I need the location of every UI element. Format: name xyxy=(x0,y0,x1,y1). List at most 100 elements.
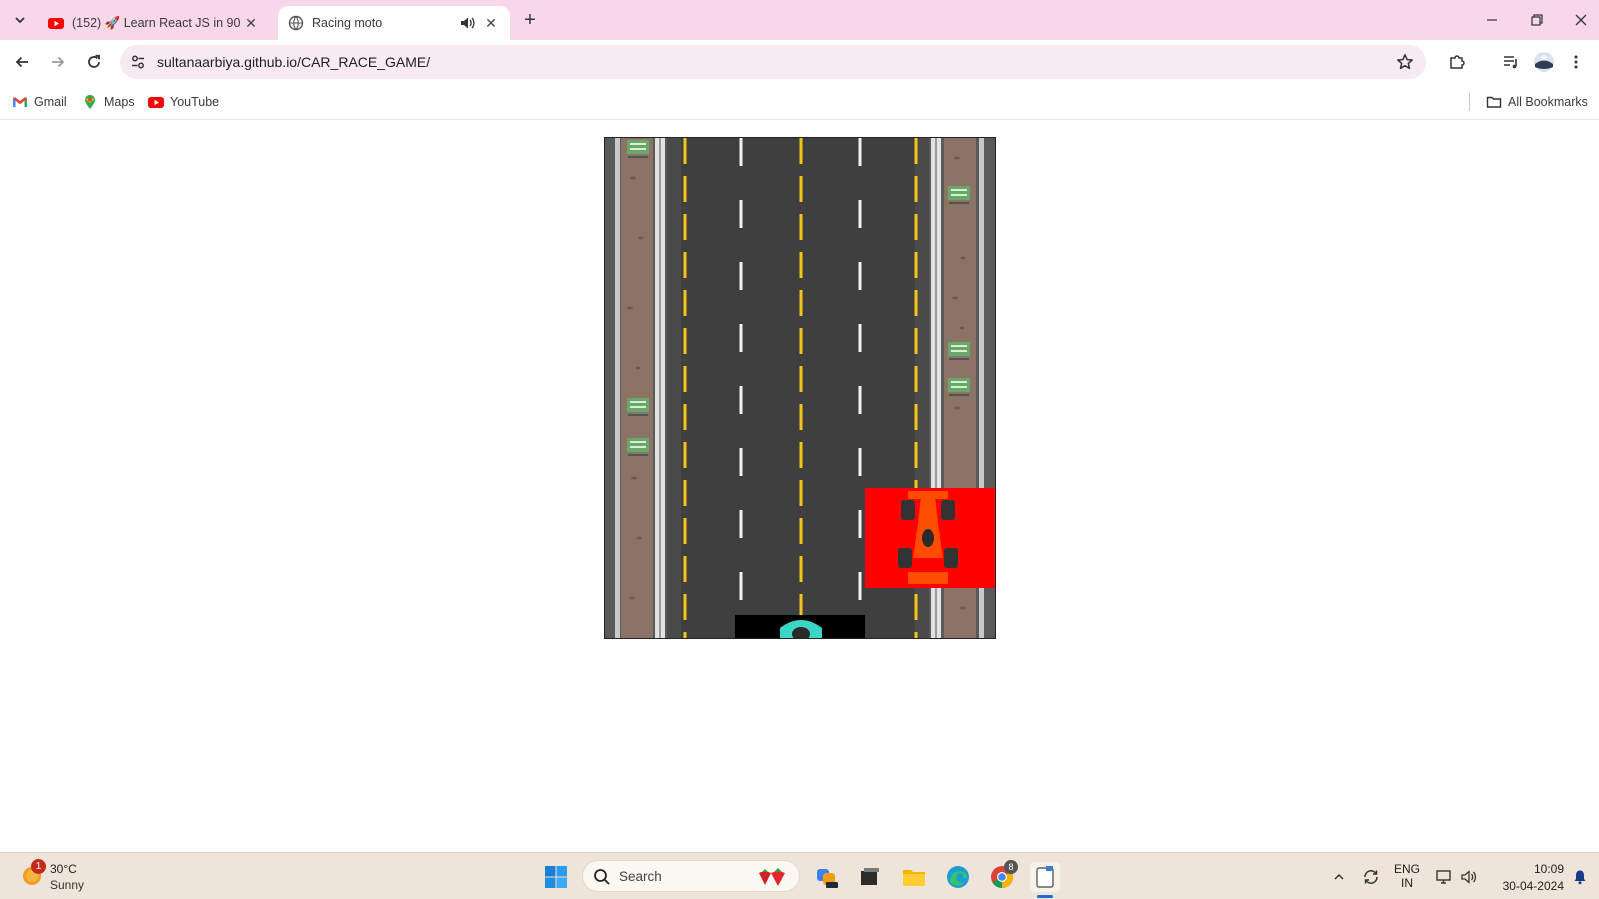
bookmark-youtube[interactable]: YouTube xyxy=(148,92,219,112)
taskbar-file-explorer[interactable] xyxy=(899,862,929,892)
forward-button[interactable] xyxy=(44,48,72,76)
site-info-button[interactable] xyxy=(126,50,150,74)
all-bookmarks-button[interactable]: All Bookmarks xyxy=(1486,92,1588,112)
volume-button[interactable] xyxy=(1459,867,1479,887)
speaker-icon[interactable] xyxy=(458,14,476,32)
reload-button[interactable] xyxy=(80,48,108,76)
restore-icon xyxy=(1531,14,1543,26)
road-scene xyxy=(605,138,995,638)
restore-button[interactable] xyxy=(1519,6,1555,34)
show-hidden-icons[interactable] xyxy=(1329,867,1349,887)
globe-icon xyxy=(288,15,304,31)
notifications-button[interactable] xyxy=(1570,867,1590,887)
dirt-strip-left xyxy=(621,138,653,638)
folder-icon xyxy=(903,870,925,886)
tab-racing-moto[interactable]: Racing moto ✕ xyxy=(278,6,510,40)
more-vertical-icon xyxy=(1574,55,1578,69)
active-app-indicator xyxy=(1037,895,1053,898)
asphalt-shade-left xyxy=(667,138,681,638)
taskbar-search[interactable]: Search xyxy=(582,860,800,892)
url-text[interactable]: sultanaarbiya.github.io/CAR_RACE_GAME/ xyxy=(157,54,430,70)
strawberry-icon xyxy=(759,868,785,886)
enemy-car xyxy=(865,488,995,588)
clock-time: 10:09 xyxy=(1533,862,1564,876)
all-bookmarks-label: All Bookmarks xyxy=(1508,95,1588,109)
bell-icon xyxy=(1574,870,1586,885)
network-button[interactable] xyxy=(1434,867,1454,887)
chrome-badge: 8 xyxy=(1004,860,1018,874)
tab-youtube[interactable]: (152) 🚀 Learn React JS in 90 Minutes ✕ xyxy=(38,6,270,40)
back-button[interactable] xyxy=(8,48,36,76)
language-line2: IN xyxy=(1401,876,1413,890)
bookmark-label: YouTube xyxy=(170,95,220,109)
minimize-button[interactable] xyxy=(1474,6,1510,34)
bookmarks-divider xyxy=(1469,93,1470,111)
minimize-icon xyxy=(1487,19,1497,21)
tab-title: (152) 🚀 Learn React JS in 90 Minutes xyxy=(72,15,242,30)
menu-button[interactable] xyxy=(1562,48,1590,76)
extensions-button[interactable] xyxy=(1443,48,1471,76)
language-indicator[interactable]: ENG IN xyxy=(1392,862,1422,890)
task-view-icon xyxy=(861,868,879,885)
taskbar-notepad[interactable] xyxy=(1030,862,1060,898)
star-icon xyxy=(1397,54,1413,70)
notepad-icon xyxy=(1036,866,1054,888)
youtube-icon xyxy=(48,18,64,29)
folder-icon xyxy=(1486,96,1502,108)
bookmark-label: Maps xyxy=(104,95,135,109)
search-icon xyxy=(594,869,610,885)
new-tab-button[interactable]: + xyxy=(518,8,542,32)
game-canvas[interactable] xyxy=(604,137,996,639)
clock[interactable]: 10:09 30-04-2024 xyxy=(1494,862,1564,893)
close-tab-icon[interactable]: ✕ xyxy=(242,14,260,32)
bookmark-star-button[interactable] xyxy=(1394,51,1416,73)
chevron-down-icon xyxy=(15,17,25,24)
taskbar-copilot[interactable] xyxy=(812,862,842,892)
arrow-right-icon xyxy=(52,56,65,68)
avatar xyxy=(1534,52,1554,72)
bookmark-label: Gmail xyxy=(34,95,67,109)
puzzle-icon xyxy=(1450,55,1465,69)
tab-strip: (152) 🚀 Learn React JS in 90 Minutes ✕ R… xyxy=(0,0,1599,40)
taskbar-chrome[interactable]: 8 xyxy=(987,860,1018,892)
taskbar-edge[interactable] xyxy=(943,862,973,892)
reload-icon xyxy=(88,54,100,68)
guardrail-left xyxy=(655,138,665,638)
close-tab-icon[interactable]: ✕ xyxy=(482,14,500,32)
profile-button[interactable] xyxy=(1530,48,1558,76)
media-queue-icon xyxy=(1504,56,1517,69)
media-control-button[interactable] xyxy=(1497,48,1525,76)
weather-badge: 1 xyxy=(31,859,46,874)
taskbar-task-view[interactable] xyxy=(855,862,885,892)
network-icon xyxy=(1436,870,1451,884)
edge-icon xyxy=(947,866,969,888)
sync-tray-button[interactable] xyxy=(1361,867,1381,887)
edge-line-left xyxy=(615,138,620,638)
weather-temp: 30°C xyxy=(50,862,77,876)
windows-start-icon[interactable] xyxy=(544,865,568,889)
bookmarks-bar: Gmail Maps YouTube All Bookmarks xyxy=(0,84,1599,120)
youtube-icon xyxy=(148,97,164,108)
weather-condition: Sunny xyxy=(50,878,85,892)
search-placeholder: Search xyxy=(619,869,662,884)
arrow-left-icon xyxy=(15,56,28,68)
close-icon xyxy=(1575,14,1587,26)
gmail-icon xyxy=(13,97,27,107)
clock-date: 30-04-2024 xyxy=(1502,879,1564,893)
player-car xyxy=(735,615,865,638)
close-window-button[interactable] xyxy=(1563,6,1599,34)
tune-icon xyxy=(132,55,144,69)
browser-toolbar: sultanaarbiya.github.io/CAR_RACE_GAME/ xyxy=(0,40,1599,84)
sync-icon xyxy=(1364,870,1378,884)
language-line1: ENG xyxy=(1393,862,1420,876)
address-bar[interactable]: sultanaarbiya.github.io/CAR_RACE_GAME/ xyxy=(120,45,1426,79)
copilot-icon xyxy=(817,869,838,888)
tab-title: Racing moto xyxy=(312,16,383,30)
tab-search-button[interactable] xyxy=(8,8,32,32)
chevron-up-icon xyxy=(1334,873,1344,880)
bookmark-maps[interactable]: Maps xyxy=(82,92,135,112)
maps-icon xyxy=(85,95,95,109)
windows-taskbar: 1 30°C Sunny Search 8 ENG IN 10:09 30-04… xyxy=(0,852,1599,899)
volume-icon xyxy=(1461,870,1477,884)
bookmark-gmail[interactable]: Gmail xyxy=(12,92,67,112)
